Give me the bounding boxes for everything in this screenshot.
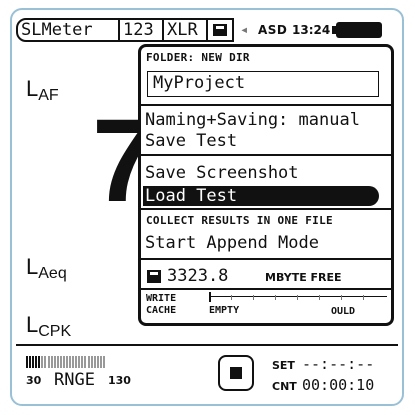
range-label: RNGE (54, 370, 95, 390)
divider (141, 154, 391, 156)
menu-item-load-test[interactable]: Load Test (143, 186, 379, 206)
range-tick (26, 356, 28, 368)
set-value: --:--:-- (302, 355, 375, 373)
cache-level-bar (209, 295, 387, 301)
tab-label: SLMeter (21, 20, 93, 40)
range-tick (87, 356, 90, 368)
range-low: 30 (26, 374, 42, 387)
range-tick (81, 356, 84, 368)
tab-123[interactable]: 123 (118, 18, 164, 42)
device-label: ASD (258, 23, 288, 37)
stop-button[interactable] (218, 355, 254, 391)
folder-name-input[interactable]: MyProject (147, 71, 379, 97)
range-tick (53, 356, 56, 368)
range-tick (56, 356, 59, 368)
menu-item-naming-saving[interactable]: Naming+Saving: manual (145, 110, 360, 130)
divider (141, 104, 391, 106)
cnt-value: 00:00:10 (302, 376, 375, 394)
set-label: SET (272, 359, 295, 372)
divider (141, 208, 391, 210)
collect-results-title: COLLECT RESULTS IN ONE FILE (146, 214, 333, 227)
range-tick (32, 356, 35, 368)
floppy-icon (147, 270, 161, 283)
file-menu-popup: FOLDER: NEW DIR MyProject Naming+Saving:… (138, 44, 394, 326)
free-space-unit: MBYTE FREE (265, 271, 342, 284)
menu-item-start-append[interactable]: Start Append Mode (145, 233, 319, 253)
cnt-label: CNT (272, 380, 297, 393)
range-high: 130 (108, 374, 131, 387)
range-tick (41, 356, 44, 368)
label-lcpk: LCPK (26, 312, 72, 340)
cache-label: CACHE (146, 305, 177, 316)
range-tick (44, 356, 47, 368)
clock: 13:24 (292, 23, 331, 37)
status-bar: SLMeter 123 XLR ◂ ASD 13:24 (16, 16, 398, 44)
write-label: WRITE (146, 293, 177, 304)
range-tick (78, 356, 81, 368)
free-space-value: 3323.8 (167, 266, 229, 286)
cache-state: EMPTY (209, 305, 240, 316)
range-tick (66, 356, 68, 368)
tab-slmeter[interactable]: SLMeter (16, 18, 120, 42)
range-level-bar (26, 356, 106, 368)
menu-item-save-screenshot[interactable]: Save Screenshot (145, 163, 299, 183)
range-tick (84, 356, 87, 368)
battery-icon (332, 22, 382, 38)
stop-icon (230, 367, 242, 379)
cache-end-label: OULD (331, 306, 356, 317)
label-laeq: LAeq (26, 254, 67, 282)
range-tick (35, 356, 38, 368)
range-tick (102, 356, 105, 368)
range-tick (69, 356, 72, 368)
range-tick (96, 356, 99, 368)
range-tick (59, 356, 62, 368)
divider (141, 258, 391, 260)
range-tick (62, 356, 65, 368)
range-tick (47, 356, 50, 368)
range-tick (38, 356, 41, 368)
range-tick (75, 356, 78, 368)
speaker-icon: ◂ (240, 22, 249, 38)
divider (16, 344, 398, 346)
range-tick (50, 356, 53, 368)
tab-label: XLR (167, 20, 198, 40)
range-tick (90, 356, 93, 368)
range-tick (72, 356, 75, 368)
divider (141, 288, 391, 290)
menu-item-save-test[interactable]: Save Test (145, 131, 237, 151)
floppy-icon (213, 24, 227, 36)
label-laf: LAF (26, 76, 59, 104)
range-tick (93, 356, 96, 368)
tab-label: 123 (123, 20, 154, 40)
tab-xlr[interactable]: XLR (162, 18, 208, 42)
folder-title: FOLDER: NEW DIR (146, 51, 250, 64)
range-tick (29, 356, 32, 368)
range-tick (99, 356, 102, 368)
tab-save[interactable] (206, 18, 234, 42)
